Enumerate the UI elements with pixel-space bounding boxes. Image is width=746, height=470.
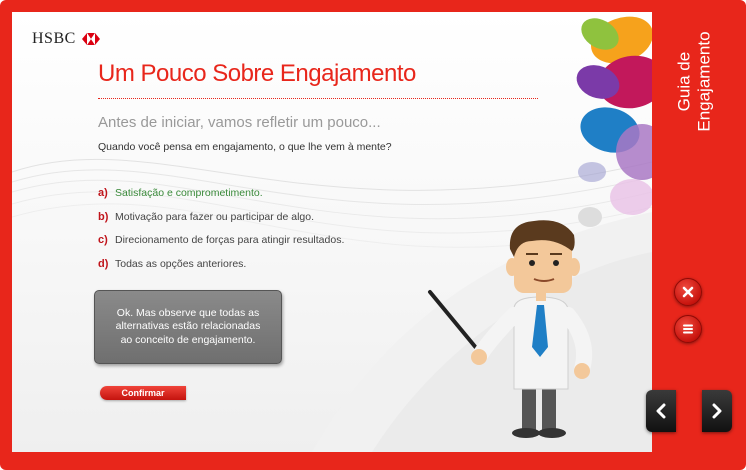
guide-title-line2: Engajamento [694,31,713,133]
content-stage: HSBC Um Pouco Sobre Engajamento Antes de… [12,12,652,452]
close-button[interactable] [674,278,702,306]
option-label: Satisfação e comprometimento. [115,187,263,199]
option-a[interactable]: a) Satisfação e comprometimento. [98,187,344,211]
feedback-box: Ok. Mas observe que todas as alternativa… [94,290,282,364]
option-letter: a) [98,187,108,199]
menu-button[interactable] [674,315,702,343]
page-subtitle: Antes de iniciar, vamos refletir um pouc… [98,114,381,131]
option-b[interactable]: b) Motivação para fazer ou participar de… [98,211,344,235]
side-panel: Guia de Engajamento [646,12,736,452]
option-label: Motivação para fazer ou participar de al… [115,210,315,223]
option-c[interactable]: c) Direcionamento de forças para atingir… [98,234,344,258]
options-list: a) Satisfação e comprometimento. b) Moti… [98,187,344,281]
next-button[interactable] [702,390,732,432]
hsbc-hexagon-icon [81,33,100,45]
panel-title-area: Guia de Engajamento [652,12,736,152]
option-label: Todas as opções anteriores. [115,257,247,270]
option-letter: b) [98,210,109,223]
feedback-text: Ok. Mas observe que todas as alternativa… [115,307,261,346]
close-icon [682,286,694,298]
businessman-illustration [428,220,593,438]
menu-icon [683,324,693,334]
option-d[interactable]: d) Todas as opções anteriores. [98,258,344,282]
option-letter: d) [98,257,109,270]
confirm-button[interactable]: Confirmar [100,386,186,400]
option-label: Direcionamento de forças para atingir re… [115,234,345,246]
previous-button[interactable] [646,390,676,432]
logo-text: HSBC [32,30,76,47]
question-text: Quando você pensa em engajamento, o que … [98,141,392,153]
guide-title: Guia de Engajamento [674,32,713,132]
title-divider [98,98,538,99]
guide-title-line1: Guia de [674,52,694,112]
option-letter: c) [98,234,108,246]
page-title: Um Pouco Sobre Engajamento [98,60,416,87]
hsbc-logo: HSBC [32,30,100,48]
chevron-left-icon [656,403,666,419]
chevron-right-icon [712,403,722,419]
